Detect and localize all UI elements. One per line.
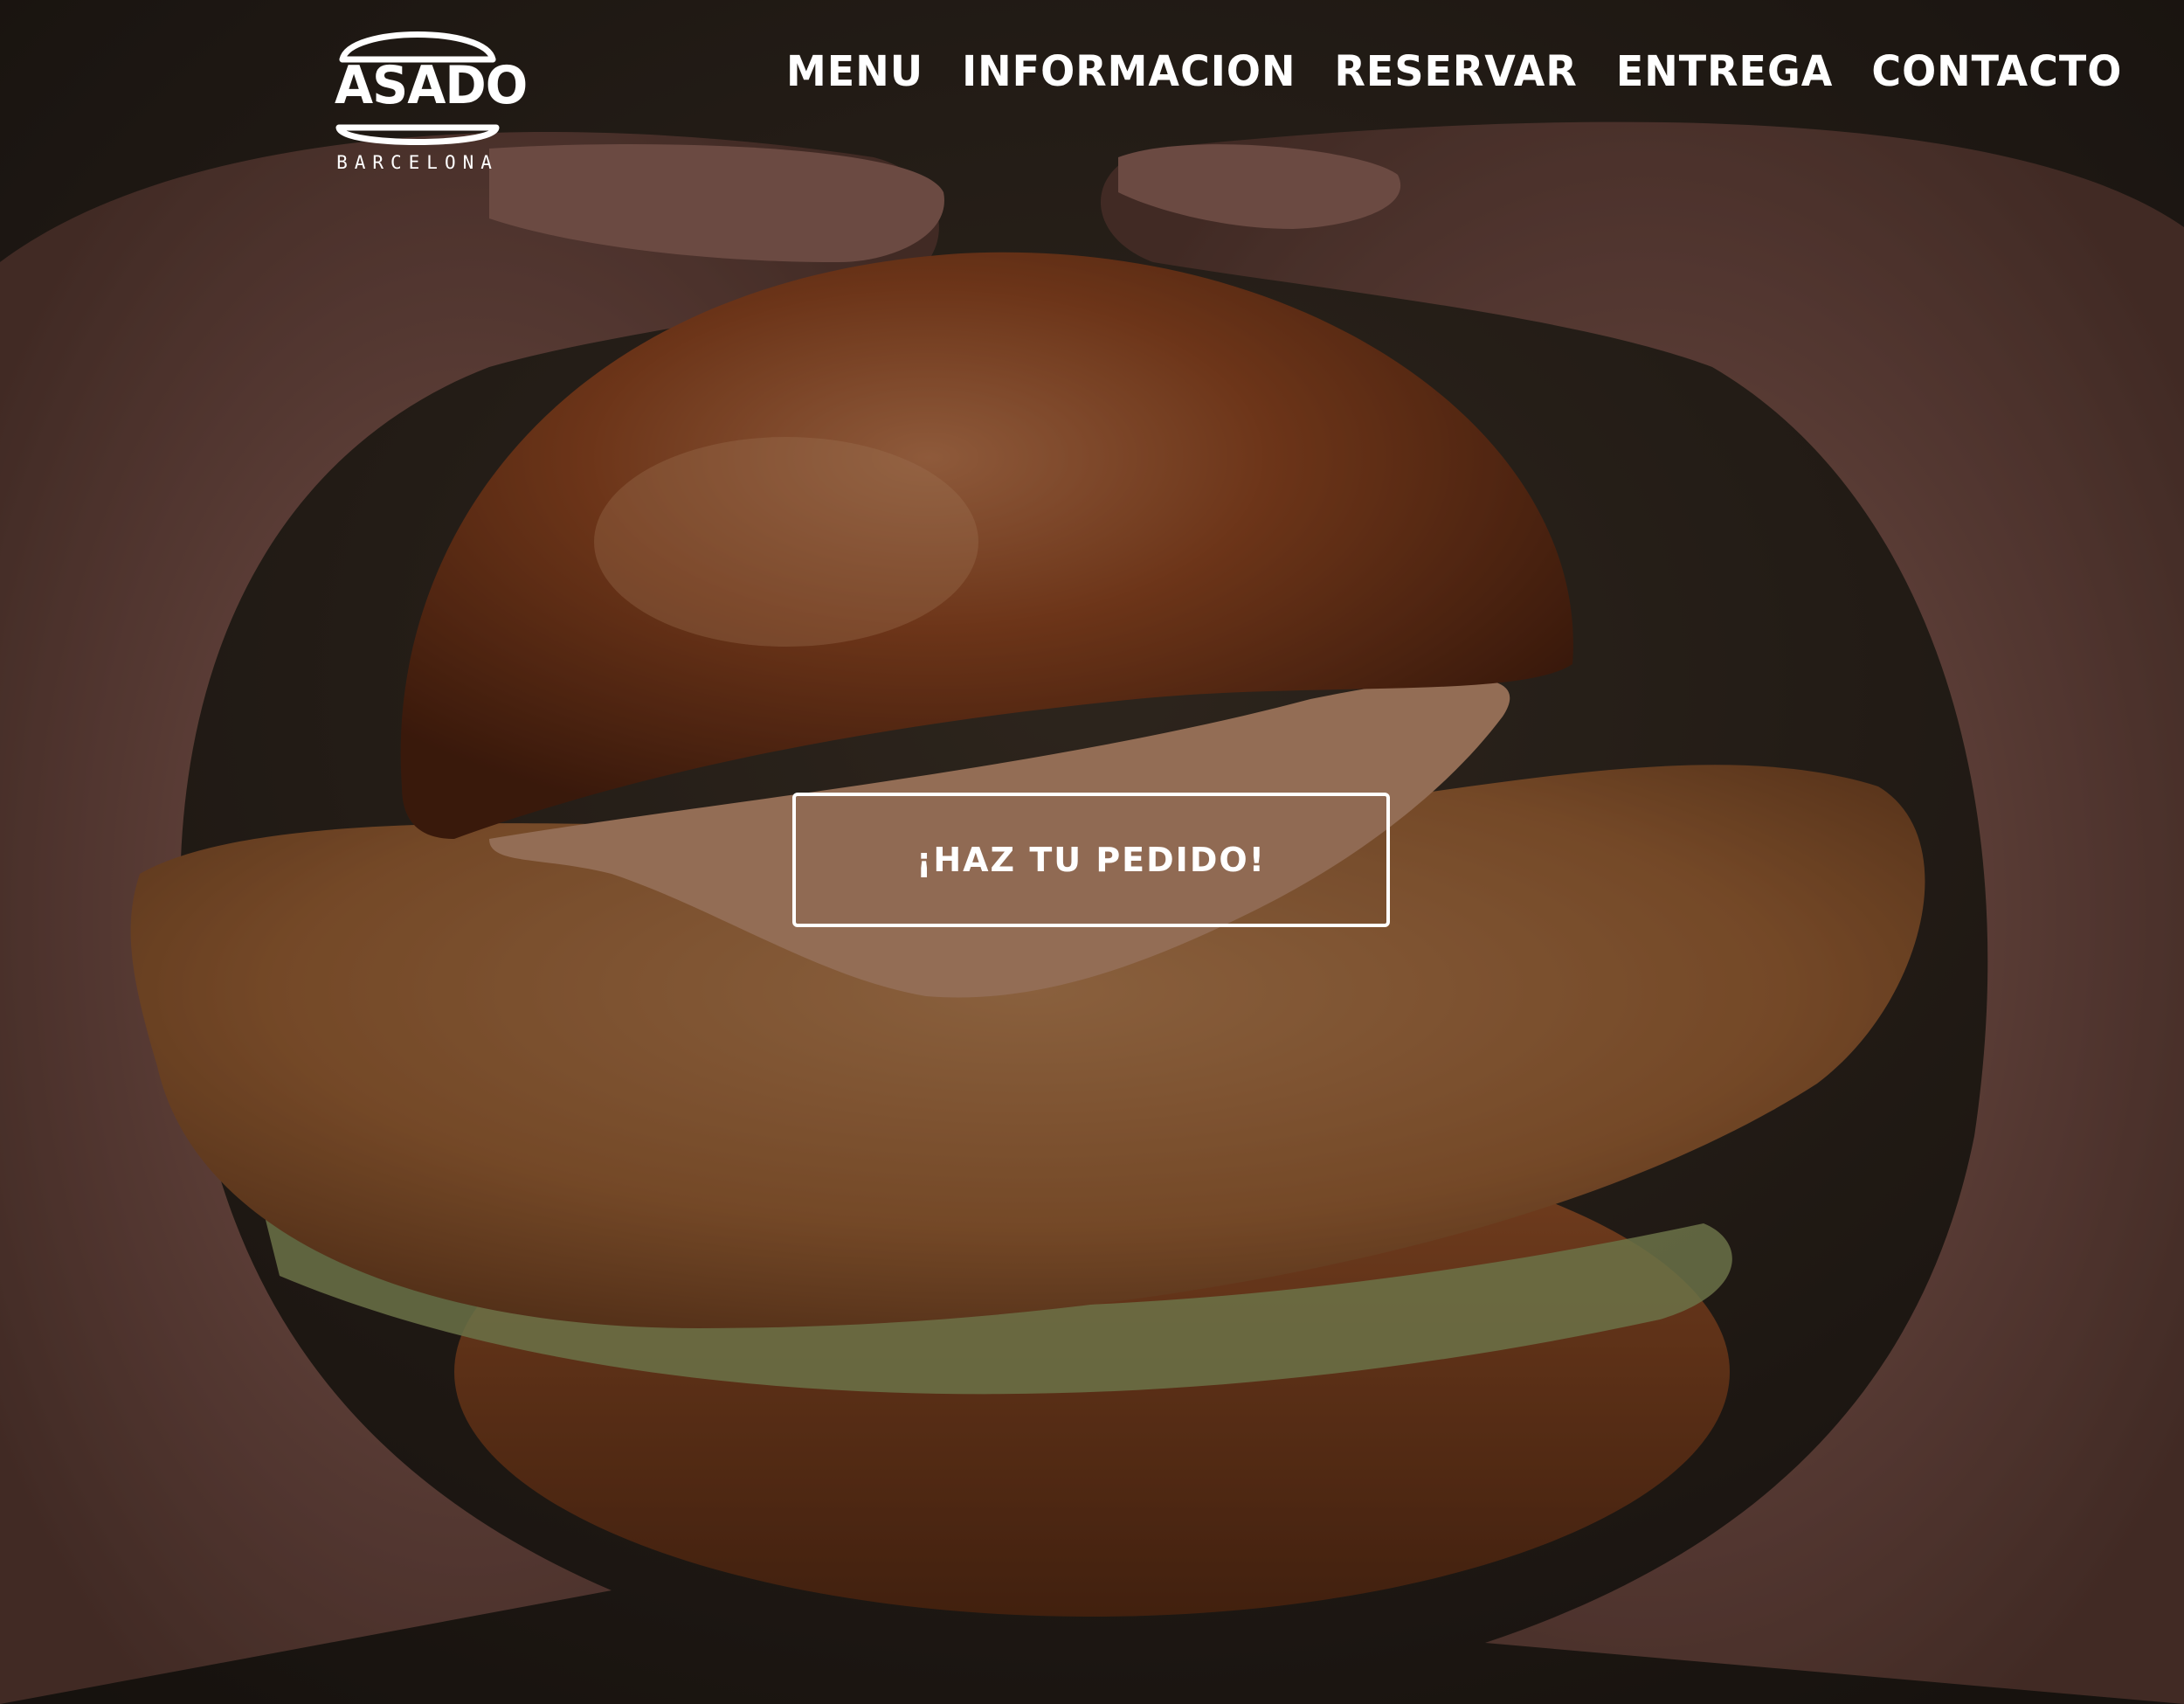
brand-name: ASADO: [335, 55, 528, 116]
order-now-button[interactable]: ¡HAZ TU PEDIDO!: [792, 793, 1390, 927]
nav-menu[interactable]: MENU: [786, 50, 923, 92]
nav-contacto[interactable]: CONTACTO: [1871, 50, 2122, 92]
brand-logo[interactable]: ASADO BARCELONA: [330, 14, 528, 180]
nav-informacion[interactable]: iNFORMACION: [962, 50, 1296, 92]
nav-entrega[interactable]: ENTREGA: [1616, 50, 1834, 92]
nav-reservar[interactable]: RESERVAR: [1334, 50, 1577, 92]
main-navigation: MENU iNFORMACION RESERVAR ENTREGA CONTAC…: [786, 50, 2160, 92]
hero-section: ASADO BARCELONA MENU iNFORMACION RESERVA…: [0, 0, 2184, 1704]
brand-city: BARCELONA: [336, 152, 499, 173]
